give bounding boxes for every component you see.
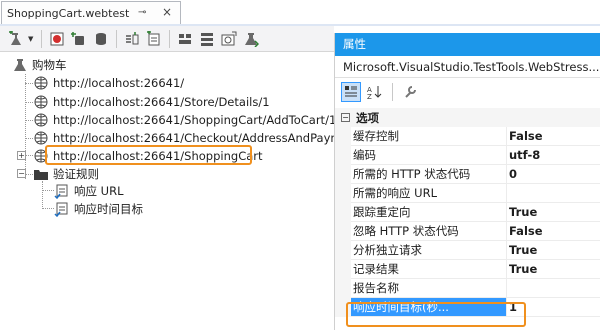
toolbar-separator	[392, 83, 393, 101]
property-name: 缓存控制	[351, 127, 507, 146]
properties-object-selector[interactable]: Microsoft.VisualStudio.TestTools.WebStre…	[335, 56, 600, 78]
property-row[interactable]: 编码 utf-8	[335, 146, 600, 165]
tree-request-label: http://localhost:26641/Store/Details/1	[53, 95, 270, 109]
pin-icon[interactable]: ⊸	[138, 7, 150, 19]
property-name: 所需的响应 URL	[351, 184, 507, 203]
chevron-down-icon[interactable]: ▼	[28, 29, 36, 49]
collapse-icon[interactable]: −	[341, 113, 350, 122]
tree-line	[25, 83, 33, 84]
tree-request[interactable]: http://localhost:26641/Store/Details/1	[33, 93, 270, 111]
save-icon[interactable]	[91, 29, 111, 49]
tree-request-label: http://localhost:26641/ShoppingCart/AddT…	[53, 113, 337, 127]
category-options[interactable]: − 选项	[335, 108, 600, 127]
property-name: 记录结果	[351, 260, 507, 279]
validation-rule-icon	[54, 184, 68, 199]
property-value[interactable]: utf-8	[507, 146, 600, 165]
property-row[interactable]: 跟踪重定向 True	[335, 203, 600, 222]
document-tab[interactable]: ShoppingCart.webtest ⊸ ×	[1, 1, 181, 24]
globe-icon	[34, 76, 48, 90]
callout-highlight	[45, 145, 252, 165]
globe-icon	[34, 95, 48, 109]
tree-line	[25, 138, 33, 139]
toolbar-separator	[41, 29, 42, 48]
categorized-icon[interactable]	[341, 82, 361, 102]
tree-line	[42, 181, 43, 209]
tree-rule-label: 响应时间目标	[74, 202, 143, 216]
property-row[interactable]: 分析独立请求 True	[335, 241, 600, 260]
property-value[interactable]: False	[507, 222, 600, 241]
property-name: 分析独立请求	[351, 241, 507, 260]
property-name: 编码	[351, 146, 507, 165]
globe-icon	[34, 131, 48, 145]
property-row[interactable]: 所需的响应 URL	[335, 184, 600, 203]
callout-highlight	[346, 302, 526, 327]
folder-icon	[34, 170, 48, 180]
property-row[interactable]: 缓存控制 False	[335, 127, 600, 146]
webtest-icon	[14, 59, 26, 71]
tree-line	[25, 102, 33, 103]
add-request-icon[interactable]	[6, 29, 26, 49]
tree-rule-label: 响应 URL	[74, 184, 124, 198]
property-row[interactable]: 所需的 HTTP 状态代码 0	[335, 165, 600, 184]
category-label: 选项	[356, 110, 379, 125]
tree-line	[25, 174, 33, 175]
tree-rule[interactable]: 响应 URL	[54, 182, 123, 200]
tree-request-label: http://localhost:26641/	[53, 76, 185, 90]
expand-icon[interactable]: +	[17, 151, 26, 160]
tree-root-label: 购物车	[32, 58, 67, 72]
alphabetical-icon[interactable]: AZ	[365, 82, 385, 102]
properties-toolbar: AZ	[335, 78, 600, 106]
request-tree: 购物车 http://localhost:26641/ http://local…	[0, 53, 360, 330]
property-name: 所需的 HTTP 状态代码	[351, 165, 507, 184]
property-value[interactable]: True	[507, 241, 600, 260]
svg-text:Z: Z	[367, 93, 372, 99]
property-grid: − 选项 缓存控制 False 编码 utf-8 所需的 HTTP 状态代码 0 所需…	[335, 108, 600, 317]
document-tabstrip: ShoppingCart.webtest ⊸ ×	[0, 0, 600, 24]
tree-line	[25, 120, 33, 121]
toolbar-separator	[116, 29, 117, 48]
insert-icon[interactable]	[69, 29, 89, 49]
property-value[interactable]: True	[507, 203, 600, 222]
document-tab-title: ShoppingCart.webtest	[7, 6, 130, 20]
extract-icon[interactable]	[144, 29, 164, 49]
tree-line	[25, 74, 26, 179]
property-value[interactable]	[507, 279, 600, 298]
loop-icon[interactable]	[197, 29, 217, 49]
tree-validation-rules-label: 验证规则	[53, 167, 99, 181]
run-icon[interactable]	[241, 29, 261, 49]
tree-root[interactable]: 购物车	[12, 56, 67, 74]
collapse-icon[interactable]: −	[17, 169, 26, 178]
plugin-icon[interactable]	[175, 29, 195, 49]
tree-rule[interactable]: 响应时间目标	[54, 200, 143, 218]
tree-request-label: http://localhost:26641/Checkout/AddressA…	[53, 131, 361, 145]
parameterize-icon[interactable]	[122, 29, 142, 49]
webtest-toolbar: ▼	[0, 26, 334, 52]
tree-request[interactable]: http://localhost:26641/	[33, 74, 184, 92]
property-value[interactable]: True	[507, 260, 600, 279]
property-value[interactable]	[507, 184, 600, 203]
property-row[interactable]: 忽略 HTTP 状态代码 False	[335, 222, 600, 241]
property-value[interactable]: 0	[507, 165, 600, 184]
tree-validation-rules[interactable]: 验证规则	[33, 165, 99, 183]
property-row[interactable]: 记录结果 True	[335, 260, 600, 279]
tree-line	[42, 190, 54, 191]
property-value[interactable]: False	[507, 127, 600, 146]
property-row[interactable]: 报告名称	[335, 279, 600, 298]
globe-icon	[34, 113, 48, 127]
property-name: 跟踪重定向	[351, 203, 507, 222]
close-icon[interactable]: ×	[162, 6, 174, 18]
property-name: 忽略 HTTP 状态代码	[351, 222, 507, 241]
wrench-icon[interactable]	[400, 82, 420, 102]
record-icon[interactable]	[47, 29, 67, 49]
property-name: 报告名称	[351, 279, 507, 298]
toolbar-separator	[169, 29, 170, 48]
properties-title: 属性	[335, 33, 600, 56]
properties-pane: 属性 Microsoft.VisualStudio.TestTools.WebS…	[334, 33, 600, 330]
tree-line	[25, 155, 33, 156]
datasource-icon[interactable]	[219, 29, 239, 49]
tree-request[interactable]: http://localhost:26641/ShoppingCart/AddT…	[33, 111, 336, 129]
validation-rule-icon	[54, 202, 68, 217]
tree-line	[42, 208, 54, 209]
